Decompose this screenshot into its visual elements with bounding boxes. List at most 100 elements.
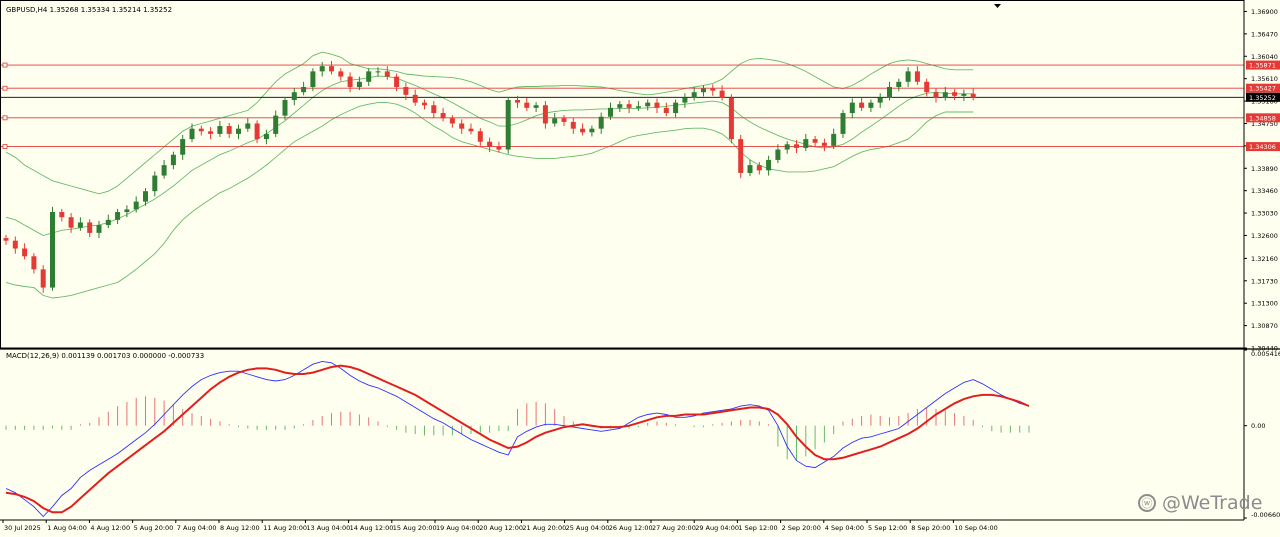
time-tick-label-21: 8 Sep 20:00	[911, 524, 950, 532]
candle-body-104	[970, 93, 976, 98]
candle-body-35	[329, 66, 334, 72]
candle-body-5	[50, 212, 55, 288]
candle-body-45	[422, 102, 427, 106]
watermark: ⓦ @WeTrade	[1138, 492, 1262, 514]
candle-body-43	[403, 87, 409, 95]
level-price-tag-label-2: 1.35252	[1249, 94, 1276, 102]
candle-body-10	[96, 225, 102, 233]
candle-body-23	[217, 126, 223, 134]
candle-body-12	[115, 212, 121, 220]
candle-body-83	[775, 149, 781, 160]
candle-body-29	[273, 115, 279, 134]
trading-chart[interactable]: 1.369001.364701.360401.356101.351801.347…	[0, 0, 1280, 537]
time-tick-label-1: 1 Aug 04:00	[47, 524, 87, 532]
candle-body-90	[840, 113, 846, 134]
candle-body-51	[477, 131, 483, 142]
price-tick-label-10: 1.32600	[1251, 232, 1278, 240]
chart-background	[0, 0, 1280, 537]
candle-body-24	[226, 126, 232, 134]
candle-body-50	[468, 128, 474, 132]
candle-body-62	[580, 128, 586, 133]
candle-body-8	[77, 222, 83, 228]
time-tick-label-15: 27 Aug 20:00	[652, 524, 696, 532]
candle-body-93	[868, 102, 874, 108]
candle-body-49	[459, 123, 465, 129]
time-tick-label-7: 13 Aug 04:00	[306, 524, 350, 532]
candle-body-78	[728, 97, 734, 140]
candle-body-68	[635, 106, 641, 108]
time-tick-label-12: 21 Aug 20:00	[522, 524, 566, 532]
macd-tick-label-0: 0.005416	[1251, 350, 1280, 358]
candle-body-96	[896, 81, 902, 87]
macd-title: MACD(12,26,9) 0.001139 0.001703 0.000000…	[6, 352, 204, 360]
candle-body-19	[180, 139, 186, 155]
level-price-tag-label-3: 1.34858	[1249, 114, 1276, 122]
candle-body-77	[719, 90, 725, 98]
candle-body-95	[887, 87, 892, 98]
candle-body-61	[570, 121, 576, 129]
level-price-tag-label-0: 1.35871	[1249, 62, 1276, 70]
candle-body-82	[766, 159, 772, 171]
time-tick-label-8: 14 Aug 12:00	[350, 524, 394, 532]
time-tick-label-0: 30 Jul 2025	[4, 524, 41, 532]
candle-body-25	[236, 128, 241, 134]
candle-body-21	[198, 128, 204, 132]
candle-body-79	[738, 139, 744, 173]
candle-body-15	[143, 191, 148, 202]
candle-body-71	[663, 107, 669, 114]
time-tick-label-20: 5 Sep 12:00	[868, 524, 907, 532]
price-tick-label-1: 1.36470	[1251, 30, 1278, 38]
time-tick-label-19: 4 Sep 04:00	[825, 524, 864, 532]
candle-body-80	[747, 165, 753, 173]
time-tick-label-17: 1 Sep 12:00	[738, 524, 777, 532]
time-tick-label-11: 20 Aug 12:00	[479, 524, 523, 532]
candle-body-3	[31, 256, 37, 270]
candle-body-69	[645, 102, 651, 107]
candle-body-27	[254, 123, 260, 140]
price-tick-label-13: 1.31300	[1251, 300, 1278, 308]
candle-body-33	[310, 71, 316, 87]
candle-body-31	[291, 92, 297, 101]
candle-body-98	[914, 71, 920, 82]
candle-body-9	[87, 222, 93, 233]
time-tick-label-10: 19 Aug 04:00	[436, 524, 480, 532]
level-price-tag-label-1: 1.35427	[1249, 85, 1276, 93]
candle-body-76	[710, 88, 716, 91]
candle-body-100	[933, 92, 939, 98]
candle-body-85	[794, 144, 799, 148]
candle-body-73	[682, 97, 688, 103]
candle-body-89	[831, 133, 837, 146]
candle-body-86	[803, 139, 809, 148]
candle-body-67	[626, 104, 632, 108]
candle-body-40	[375, 71, 381, 73]
candle-body-53	[496, 146, 502, 150]
candle-body-18	[170, 154, 176, 166]
macd-tick-label-1: 0.00	[1251, 422, 1265, 430]
candle-body-88	[821, 142, 827, 146]
time-tick-label-9: 15 Aug 20:00	[393, 524, 437, 532]
candle-body-58	[542, 105, 548, 124]
candle-body-92	[859, 102, 865, 108]
candle-body-52	[487, 141, 493, 147]
main-chart-title: GBPUSD,H4 1.35268 1.35334 1.35214 1.3525…	[6, 6, 172, 14]
level-handle-2	[2, 115, 8, 121]
price-tick-label-2: 1.36040	[1251, 53, 1278, 61]
candle-body-97	[905, 71, 911, 82]
candle-body-4	[40, 269, 46, 288]
time-tick-label-13: 25 Aug 04:00	[566, 524, 610, 532]
candle-body-103	[961, 93, 967, 96]
candle-body-63	[589, 128, 595, 133]
candle-body-84	[784, 144, 790, 150]
candle-body-30	[282, 100, 288, 116]
candle-body-87	[812, 139, 818, 143]
candle-body-38	[356, 81, 362, 87]
candle-body-32	[301, 87, 307, 93]
time-tick-label-14: 26 Aug 12:00	[609, 524, 653, 532]
price-tick-label-8: 1.33460	[1251, 187, 1278, 195]
candle-body-60	[561, 118, 567, 122]
candle-body-6	[59, 212, 65, 218]
candle-body-102	[952, 92, 958, 96]
price-tick-label-3: 1.35610	[1251, 75, 1278, 83]
time-tick-label-6: 11 Aug 20:00	[263, 524, 307, 532]
candle-body-22	[208, 131, 214, 134]
